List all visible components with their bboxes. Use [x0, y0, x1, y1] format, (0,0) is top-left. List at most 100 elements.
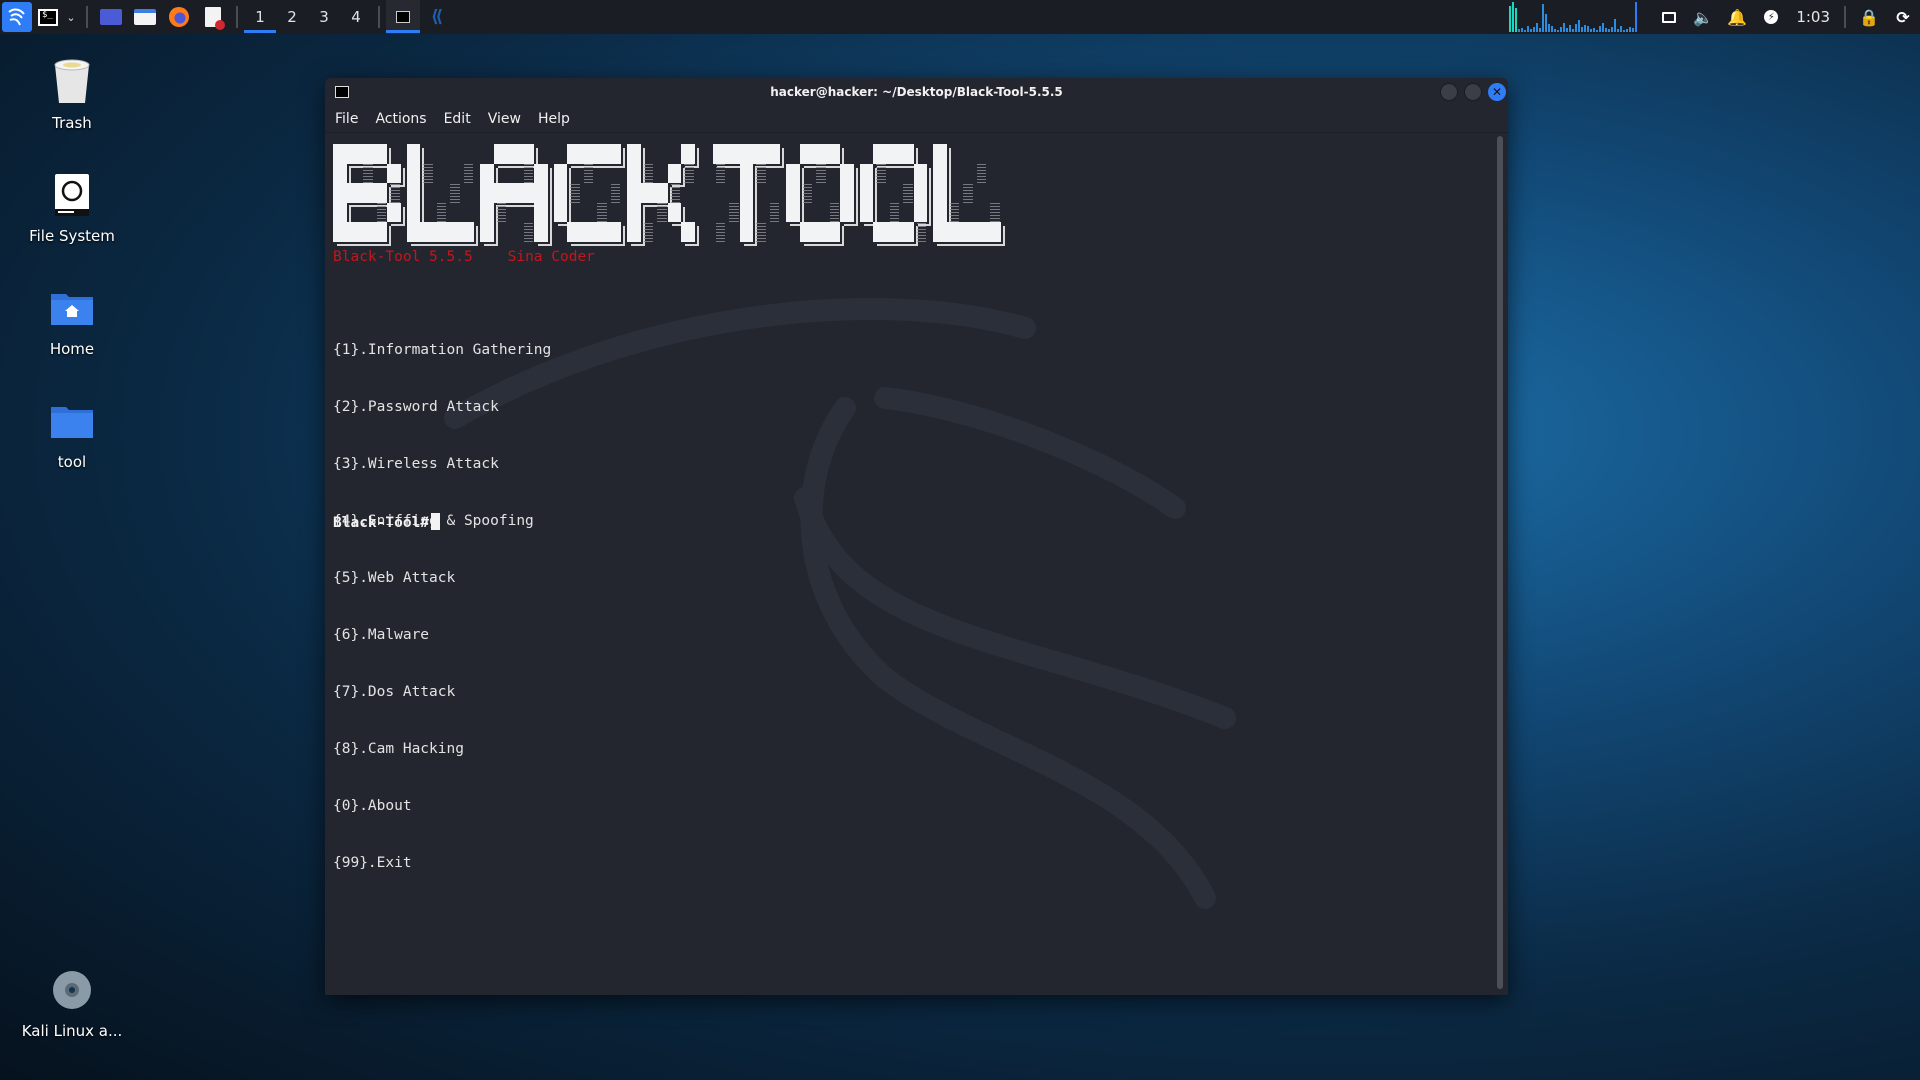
divider: [86, 6, 88, 28]
text-editor-launcher[interactable]: [196, 0, 230, 34]
cpu-graph-bar: [1629, 27, 1632, 32]
shell-prompt[interactable]: Black-Tool#: [333, 513, 441, 531]
menu-option: {3}.Wireless Attack: [333, 456, 499, 472]
cpu-graph-bar: [1521, 28, 1524, 32]
cpu-graph-bar: [1605, 28, 1608, 32]
trash-icon: [48, 58, 96, 106]
volume-button[interactable]: 🔈: [1686, 8, 1720, 27]
workspace-2[interactable]: 2: [276, 0, 308, 34]
desktop-icon-label: File System: [29, 227, 115, 245]
workspace-1[interactable]: 1: [244, 0, 276, 34]
tool-menu-list: {1}.Information Gathering {2}.Password A…: [333, 303, 551, 911]
menu-bar: File Actions Edit View Help: [325, 106, 1508, 133]
clock[interactable]: 1:03: [1788, 8, 1838, 26]
menu-option: {5}.Web Attack: [333, 570, 456, 586]
banner-letter-o: [786, 144, 854, 244]
close-button[interactable]: ✕: [1488, 83, 1506, 101]
banner-letter-k: [627, 144, 695, 244]
cpu-graph-bar: [1512, 2, 1515, 32]
cpu-graph-bar: [1614, 19, 1617, 32]
prompt-label: Black-Tool#: [333, 515, 430, 531]
menu-help[interactable]: Help: [536, 109, 572, 129]
terminal-window: hacker@hacker: ~/Desktop/Black-Tool-5.5.…: [325, 78, 1508, 995]
desktop-icon-tool[interactable]: tool: [0, 397, 144, 471]
notifications-button[interactable]: 🔔: [1720, 8, 1754, 27]
cpu-graph-bar: [1554, 29, 1557, 32]
menu-actions[interactable]: Actions: [373, 109, 428, 129]
cpu-graph-bar: [1611, 27, 1614, 32]
cpu-graph-bar: [1539, 28, 1542, 32]
banner-letter-b: [333, 144, 401, 244]
power-manager-button[interactable]: ⚡: [1754, 10, 1788, 24]
cpu-graph-bar: [1602, 23, 1605, 32]
task-terminal-window[interactable]: [386, 0, 420, 34]
divider: [378, 6, 380, 28]
cpu-graph-bar: [1533, 27, 1536, 32]
cpu-monitor-graph[interactable]: [1509, 2, 1638, 32]
terminal-output[interactable]: Black-Tool 5.5.5 Sina Coder {1}.Informat…: [333, 134, 1488, 987]
terminal-scrollbar[interactable]: [1497, 136, 1503, 989]
terminal-icon: $_: [38, 8, 58, 26]
author-label: Sina Coder: [507, 249, 595, 265]
folder-icon: [134, 9, 156, 25]
banner-letter-o: [859, 144, 927, 244]
show-desktop-button[interactable]: [94, 0, 128, 34]
workspace-label: 4: [351, 8, 361, 26]
banner-letter-l: [406, 144, 474, 244]
battery-charge-icon: ⚡: [1764, 10, 1779, 24]
cpu-graph-bar: [1626, 29, 1629, 32]
menu-view[interactable]: View: [486, 109, 523, 129]
cpu-graph-bar: [1608, 29, 1611, 32]
desktop-icon-file-system[interactable]: File System: [0, 171, 144, 245]
desktop-icon-trash[interactable]: Trash: [0, 58, 144, 132]
menu-option: {1}.Information Gathering: [333, 342, 552, 358]
folder-icon: [48, 397, 96, 445]
home-folder-icon: [48, 284, 96, 332]
banner-letter-c: [553, 144, 621, 244]
file-manager-launcher[interactable]: [128, 0, 162, 34]
network-icon: [1662, 11, 1677, 23]
workspace-label: 2: [287, 8, 297, 26]
window-titlebar[interactable]: hacker@hacker: ~/Desktop/Black-Tool-5.5.…: [325, 78, 1508, 106]
task-vscode[interactable]: ⟪: [420, 0, 454, 34]
vscode-icon: ⟪: [430, 7, 444, 27]
menu-option: {6}.Malware: [333, 627, 430, 643]
workspace-3[interactable]: 3: [308, 0, 340, 34]
text-cursor: [431, 513, 441, 530]
cpu-graph-bar: [1560, 27, 1563, 32]
bell-icon: 🔔: [1727, 7, 1748, 27]
cpu-graph-bar: [1596, 30, 1599, 32]
cpu-graph-bar: [1515, 8, 1518, 32]
cpu-graph-bar: [1536, 23, 1539, 32]
chevron-down-icon: ⌄: [66, 10, 76, 24]
desktop-icon-home[interactable]: Home: [0, 284, 144, 358]
lock-screen-button[interactable]: 🔒: [1852, 8, 1886, 27]
cpu-graph-bar: [1545, 14, 1548, 32]
cpu-graph-bar: [1572, 29, 1575, 32]
minimize-button[interactable]: [1440, 83, 1458, 101]
cpu-graph-bar: [1635, 2, 1638, 32]
cpu-graph-bar: [1509, 6, 1512, 32]
menu-file[interactable]: File: [333, 109, 360, 129]
desktop-icon-label: Kali Linux a...: [21, 1022, 123, 1040]
cpu-graph-bar: [1584, 25, 1587, 32]
maximize-button[interactable]: [1464, 83, 1482, 101]
kali-menu-button[interactable]: [0, 0, 34, 34]
cpu-graph-bar: [1632, 28, 1635, 32]
desktop-icon: [100, 9, 122, 25]
ascii-banner: [333, 144, 1003, 254]
cpu-graph-bar: [1581, 27, 1584, 32]
terminal-launcher[interactable]: $_: [34, 0, 62, 34]
launcher-dropdown[interactable]: ⌄: [62, 0, 80, 34]
desktop-icon-kali-linux-disc[interactable]: Kali Linux a...: [0, 966, 144, 1040]
cpu-graph-bar: [1566, 28, 1569, 32]
workspace-4[interactable]: 4: [340, 0, 372, 34]
firefox-launcher[interactable]: [162, 0, 196, 34]
workspace-label: 1: [255, 8, 265, 26]
desktop-icon-label: Home: [49, 340, 95, 358]
menu-edit[interactable]: Edit: [442, 109, 473, 129]
optical-disc-icon: [48, 966, 96, 1014]
network-button[interactable]: [1652, 11, 1686, 23]
menu-option: {99}.Exit: [333, 855, 412, 871]
logout-button[interactable]: ⟳: [1886, 8, 1920, 27]
